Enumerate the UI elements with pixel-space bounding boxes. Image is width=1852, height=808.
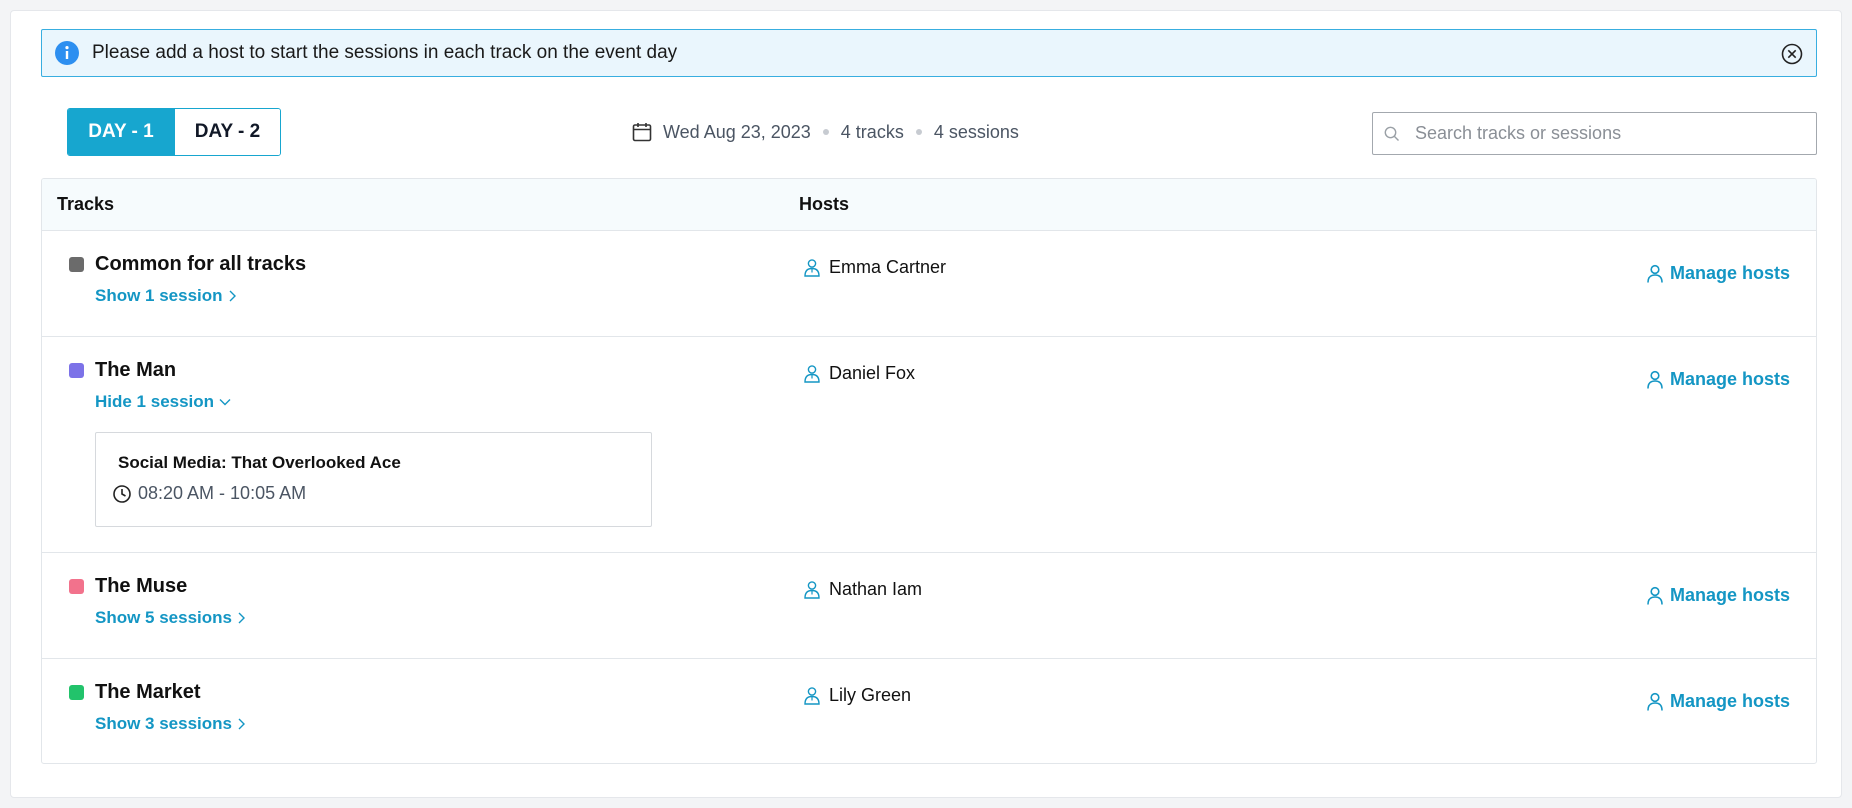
toggle-label: Hide 1 session bbox=[95, 392, 215, 411]
search-icon bbox=[1383, 125, 1401, 143]
table-row: The Muse Show 5 sessions Nathan Iam Mana… bbox=[42, 553, 1816, 659]
table-row: The Market Show 3 sessions Lily Green Ma… bbox=[42, 659, 1816, 763]
separator-dot bbox=[915, 129, 922, 135]
person-icon bbox=[1647, 586, 1663, 605]
host-entry: Nathan Iam bbox=[803, 579, 922, 600]
host-icon bbox=[804, 580, 820, 599]
close-circle-icon[interactable] bbox=[1780, 42, 1804, 66]
track-color-swatch bbox=[69, 685, 84, 700]
table-row: The Man Hide 1 session Daniel Fox Manage… bbox=[42, 337, 1816, 553]
manage-hosts-label: Manage hosts bbox=[1669, 691, 1790, 711]
separator-dot bbox=[822, 129, 829, 135]
clock-icon bbox=[113, 484, 131, 503]
banner-message: Please add a host to start the sessions … bbox=[92, 42, 678, 63]
host-icon bbox=[804, 686, 820, 705]
manage-hosts-button[interactable]: Manage hosts bbox=[1646, 263, 1790, 284]
session-time: 08:20 AM - 10:05 AM bbox=[112, 483, 306, 504]
header-hosts: Hosts bbox=[799, 194, 850, 214]
header-tracks: Tracks bbox=[57, 194, 115, 214]
tab-day-2[interactable]: DAY - 2 bbox=[174, 109, 280, 155]
host-entry: Emma Cartner bbox=[803, 257, 946, 278]
person-icon bbox=[1647, 692, 1663, 711]
info-icon bbox=[54, 40, 80, 66]
event-day-meta: Wed Aug 23, 2023 4 tracks 4 sessions bbox=[631, 119, 1019, 145]
host-name: Nathan Iam bbox=[829, 579, 923, 599]
chevron-right-icon bbox=[238, 718, 245, 730]
host-entry: Lily Green bbox=[803, 685, 911, 706]
tracks-table: Tracks Hosts Common for all tracks Show … bbox=[41, 178, 1817, 764]
host-icon bbox=[804, 364, 820, 383]
show-sessions-toggle[interactable]: Show 5 sessions bbox=[95, 608, 246, 628]
person-icon bbox=[1647, 370, 1663, 389]
show-sessions-toggle[interactable]: Show 3 sessions bbox=[95, 714, 246, 734]
manage-hosts-label: Manage hosts bbox=[1669, 263, 1790, 283]
track-name: The Muse bbox=[95, 575, 188, 597]
host-entry: Daniel Fox bbox=[803, 363, 915, 384]
session-time-label: 08:20 AM - 10:05 AM bbox=[138, 483, 307, 503]
tracks-count: 4 tracks bbox=[840, 121, 904, 142]
track-color-swatch bbox=[69, 257, 84, 272]
table-header: Tracks Hosts bbox=[42, 179, 1816, 231]
manage-hosts-label: Manage hosts bbox=[1669, 585, 1790, 605]
table-row: Common for all tracks Show 1 session Emm… bbox=[42, 231, 1816, 337]
search-input[interactable] bbox=[1415, 123, 1795, 144]
track-name: The Man bbox=[95, 359, 177, 381]
host-icon bbox=[804, 258, 820, 277]
chevron-right-icon bbox=[229, 290, 236, 302]
calendar-icon bbox=[631, 121, 653, 143]
track-hosts-panel: Please add a host to start the sessions … bbox=[10, 10, 1842, 798]
manage-hosts-button[interactable]: Manage hosts bbox=[1646, 585, 1790, 606]
show-sessions-toggle[interactable]: Show 1 session bbox=[95, 286, 237, 306]
track-color-swatch bbox=[69, 579, 84, 594]
toggle-label: Show 3 sessions bbox=[95, 714, 232, 733]
track-name: The Market bbox=[95, 681, 201, 703]
session-title: Social Media: That Overlooked Ace bbox=[118, 453, 401, 472]
track-color-swatch bbox=[69, 363, 84, 378]
event-date: Wed Aug 23, 2023 bbox=[663, 121, 811, 142]
hide-sessions-toggle[interactable]: Hide 1 session bbox=[95, 392, 232, 412]
toggle-label: Show 1 session bbox=[95, 286, 223, 305]
host-name: Lily Green bbox=[829, 685, 912, 705]
person-icon bbox=[1647, 264, 1663, 283]
tab-day-1[interactable]: DAY - 1 bbox=[68, 109, 174, 155]
session-card[interactable]: Social Media: That Overlooked Ace 08:20 … bbox=[95, 432, 652, 527]
day-selector: DAY - 1 DAY - 2 bbox=[67, 108, 281, 156]
toggle-label: Show 5 sessions bbox=[95, 608, 232, 627]
info-banner: Please add a host to start the sessions … bbox=[41, 29, 1817, 77]
manage-hosts-label: Manage hosts bbox=[1669, 369, 1790, 389]
sessions-count: 4 sessions bbox=[933, 121, 1019, 142]
host-name: Daniel Fox bbox=[829, 363, 916, 383]
manage-hosts-button[interactable]: Manage hosts bbox=[1646, 369, 1790, 390]
track-name: Common for all tracks bbox=[95, 253, 307, 275]
search-box bbox=[1372, 112, 1817, 155]
host-name: Emma Cartner bbox=[829, 257, 947, 277]
chevron-down-icon bbox=[219, 399, 231, 406]
chevron-right-icon bbox=[238, 612, 245, 624]
manage-hosts-button[interactable]: Manage hosts bbox=[1646, 691, 1790, 712]
